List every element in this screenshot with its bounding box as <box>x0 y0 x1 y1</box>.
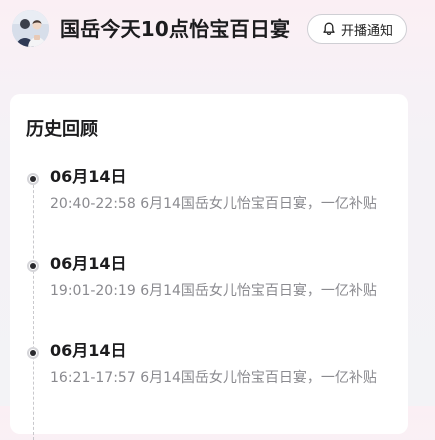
timeline-dot-icon <box>27 173 39 185</box>
history-item-date: 06月14日 <box>50 341 127 360</box>
history-item-description: 20:40-22:58 6月14国岳女儿怡宝百日宴，一亿补贴 <box>50 196 377 212</box>
live-room-header: 国岳今天10点怡宝百日宴 开播通知 <box>0 0 435 58</box>
history-card: 历史回顾 06月14日 20:40-22:58 6月14国岳女儿怡宝百日宴，一亿… <box>10 94 408 440</box>
history-list-item[interactable]: 06月14日 16:21-17:57 6月14国岳女儿怡宝百日宴，一亿补贴 <box>10 341 408 393</box>
live-room-title: 国岳今天10点怡宝百日宴 <box>60 17 291 41</box>
history-section-title: 历史回顾 <box>26 119 98 140</box>
avatar[interactable] <box>12 10 49 47</box>
avatar-photo-icon <box>12 10 49 47</box>
bell-icon <box>323 22 335 35</box>
history-item-description: 16:21-17:57 6月14国岳女儿怡宝百日宴，一亿补贴 <box>50 370 377 386</box>
history-list-item[interactable]: 06月14日 19:01-20:19 6月14国岳女儿怡宝百日宴，一亿补贴 <box>10 254 408 306</box>
timeline-dot-icon <box>27 347 39 359</box>
notify-button-label: 开播通知 <box>340 23 393 39</box>
history-item-description: 19:01-20:19 6月14国岳女儿怡宝百日宴，一亿补贴 <box>50 283 377 299</box>
live-notification-button[interactable]: 开播通知 <box>307 14 407 44</box>
history-item-date: 06月14日 <box>50 254 127 273</box>
timeline-connector <box>33 180 34 440</box>
history-item-date: 06月14日 <box>50 167 127 186</box>
timeline-dot-icon <box>27 260 39 272</box>
history-list-item[interactable]: 06月14日 20:40-22:58 6月14国岳女儿怡宝百日宴，一亿补贴 <box>10 167 408 219</box>
